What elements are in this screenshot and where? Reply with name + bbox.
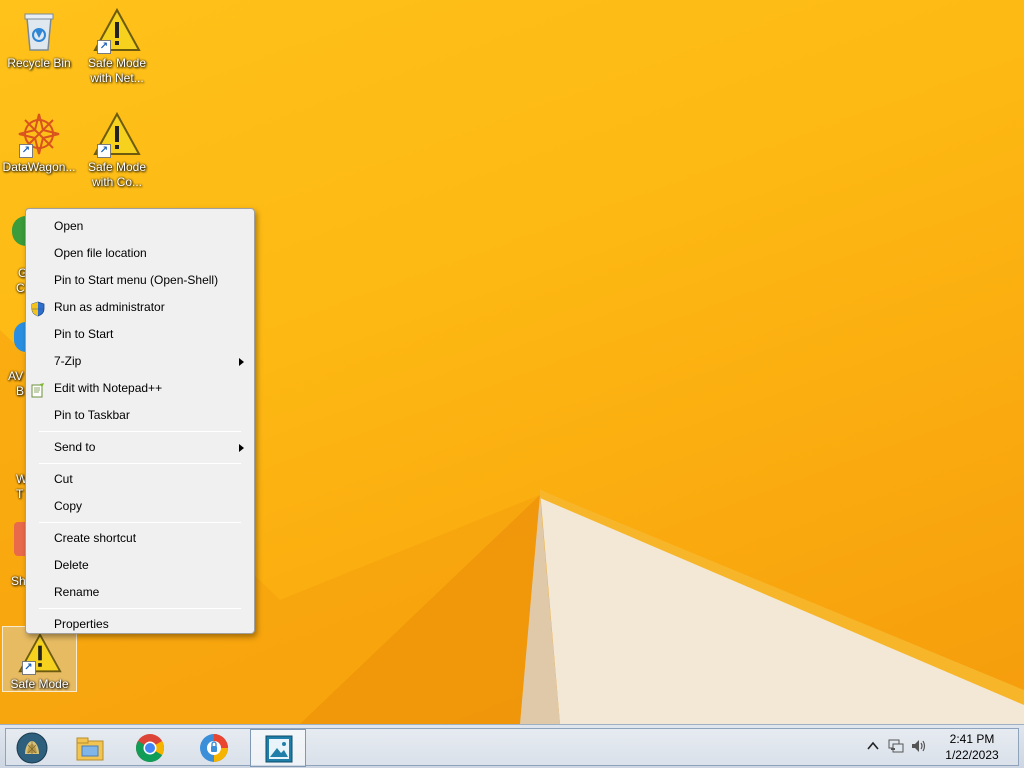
menu-item-delete[interactable]: Delete <box>26 552 254 579</box>
notepad-plus-plus-icon <box>30 381 46 398</box>
menu-separator <box>39 608 241 609</box>
menu-item-label: Open <box>54 219 84 233</box>
taskbar-file-explorer[interactable] <box>62 729 118 767</box>
speaker-icon[interactable] <box>910 737 928 755</box>
menu-item-cut[interactable]: Cut <box>26 466 254 493</box>
menu-item-pin-to-start[interactable]: Pin to Start <box>26 321 254 348</box>
chrome-icon <box>136 734 164 762</box>
menu-item-label: Copy <box>54 499 83 513</box>
desktop-icon-recycle-bin[interactable]: Recycle Bin <box>0 6 78 71</box>
menu-item-label: Properties <box>54 617 109 631</box>
menu-item-edit-with-notepad-plus-plus[interactable]: Edit with Notepad++ <box>26 375 254 402</box>
menu-separator <box>39 463 241 464</box>
menu-item-open-file-location[interactable]: Open file location <box>26 240 254 267</box>
start-orb-icon <box>16 732 48 764</box>
desktop-icon-label: Safe Mode <box>10 677 69 691</box>
shortcut-arrow-icon: ↗ <box>97 40 111 54</box>
clock-time: 2:41 PM <box>949 732 995 746</box>
taskbar-avg-browser[interactable] <box>186 729 242 767</box>
menu-item-rename[interactable]: Rename <box>26 579 254 606</box>
menu-item-label: Open file location <box>54 246 147 260</box>
recycle-bin-icon <box>15 6 63 54</box>
taskbar-clock[interactable]: 2:41 PM 1/22/2023 <box>940 731 1004 763</box>
partial-label: B <box>16 384 25 398</box>
desktop-icon-label: Recycle Bin <box>7 56 71 70</box>
menu-item-create-shortcut[interactable]: Create shortcut <box>26 525 254 552</box>
menu-item-7-zip[interactable]: 7-Zip <box>26 348 254 375</box>
clock-date: 1/22/2023 <box>945 748 999 762</box>
menu-item-label: Delete <box>54 558 89 572</box>
taskbar-image-app[interactable] <box>250 729 306 767</box>
partial-label: Sh <box>11 574 26 588</box>
menu-item-run-as-administrator[interactable]: Run as administrator <box>26 294 254 321</box>
shortcut-arrow-icon: ↗ <box>21 661 36 675</box>
desktop-icon-safe-mode-command[interactable]: ↗ Safe Mode with Co... <box>78 110 156 190</box>
image-app-icon <box>265 735 293 763</box>
partial-label: AV <box>8 369 24 383</box>
menu-separator <box>39 522 241 523</box>
start-button[interactable] <box>4 729 60 767</box>
menu-item-open[interactable]: Open <box>26 213 254 240</box>
menu-item-label: Cut <box>54 472 73 486</box>
avg-browser-icon <box>200 734 228 762</box>
shortcut-arrow-icon: ↗ <box>97 144 111 158</box>
file-explorer-icon <box>76 737 104 761</box>
taskbar: 2:41 PM 1/22/2023 <box>0 724 1024 768</box>
context-menu: Open Open file location Pin to Start men… <box>25 208 255 634</box>
menu-item-label: Rename <box>54 585 100 599</box>
chevron-up-icon[interactable] <box>864 737 882 755</box>
shortcut-arrow-icon: ↗ <box>19 144 33 158</box>
warning-icon: ↗ <box>93 110 141 158</box>
menu-item-send-to[interactable]: Send to <box>26 434 254 461</box>
desktop-icon-label: DataWagon... <box>2 160 76 174</box>
menu-item-label: Send to <box>54 440 96 454</box>
menu-item-label: Pin to Start menu (Open-Shell) <box>54 273 219 287</box>
menu-item-label: Edit with Notepad++ <box>54 381 163 395</box>
taskbar-chrome[interactable] <box>122 729 178 767</box>
menu-item-label: Pin to Start <box>54 327 114 341</box>
desktop-icon-label: Safe Mode with Net... <box>87 56 147 85</box>
menu-item-label: Create shortcut <box>54 531 137 545</box>
submenu-arrow-icon <box>239 358 244 366</box>
warning-icon: ↗ <box>93 6 141 54</box>
desktop-icon-label: Safe Mode with Co... <box>87 160 147 189</box>
menu-separator <box>39 431 241 432</box>
partial-label: C <box>16 281 25 295</box>
submenu-arrow-icon <box>239 444 244 452</box>
menu-item-label: Pin to Taskbar <box>54 408 130 422</box>
uac-shield-icon <box>30 300 46 317</box>
menu-item-label: 7-Zip <box>54 354 82 368</box>
partial-label: T <box>16 487 24 501</box>
desktop-icon-safe-mode-networking[interactable]: ↗ Safe Mode with Net... <box>78 6 156 86</box>
desktop-icon-datawagon[interactable]: ↗ DataWagon... <box>0 110 78 175</box>
datawagon-icon: ↗ <box>15 110 63 158</box>
menu-item-label: Run as administrator <box>54 300 165 314</box>
menu-item-pin-to-start-menu-open-shell[interactable]: Pin to Start menu (Open-Shell) <box>26 267 254 294</box>
menu-item-properties[interactable]: Properties <box>26 611 254 638</box>
desktop: Recycle Bin ↗ Safe Mode with Net... ↗ Da… <box>0 0 1024 768</box>
menu-item-pin-to-taskbar[interactable]: Pin to Taskbar <box>26 402 254 429</box>
network-icon[interactable] <box>887 737 905 755</box>
menu-item-copy[interactable]: Copy <box>26 493 254 520</box>
